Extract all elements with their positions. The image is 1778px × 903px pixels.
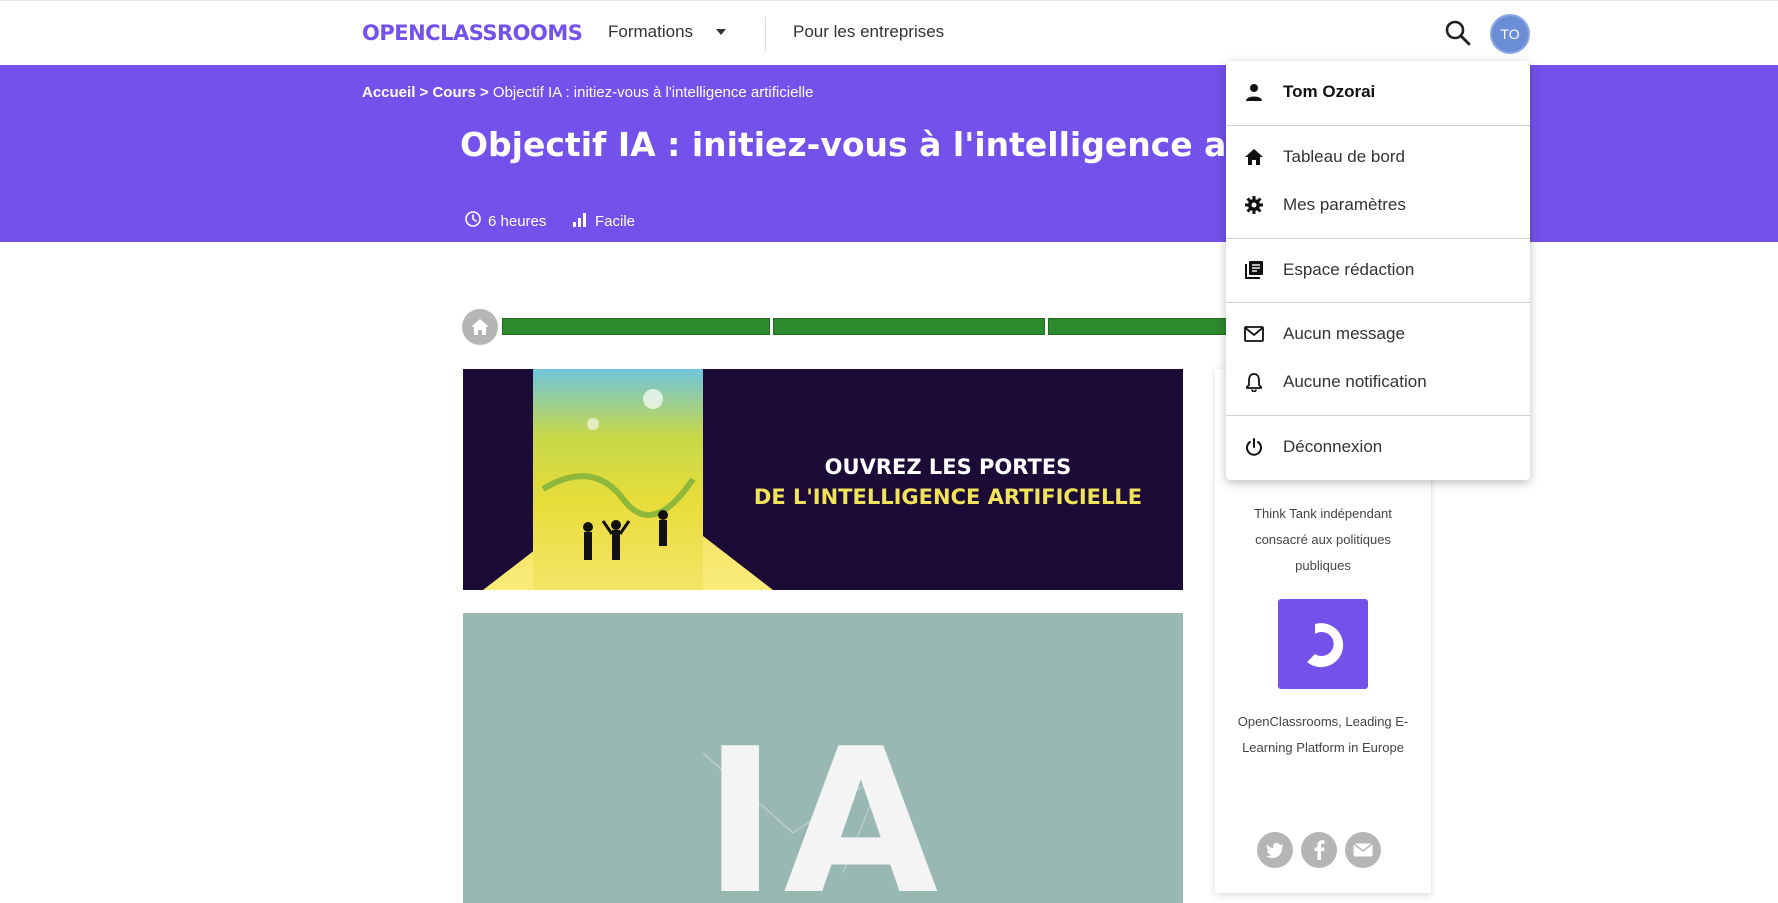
user-profile-item[interactable]: Tom Ozorai	[1226, 72, 1530, 112]
notifications-label: Aucune notification	[1283, 372, 1427, 391]
nav-divider	[765, 17, 766, 51]
menu-divider	[1226, 415, 1530, 416]
settings-menu-item[interactable]: Mes paramètres	[1226, 185, 1530, 225]
notifications-menu-item[interactable]: Aucune notification	[1226, 362, 1530, 402]
dashboard-label: Tableau de bord	[1283, 147, 1405, 166]
breadcrumb-separator: >	[415, 84, 433, 101]
home-icon	[1243, 146, 1265, 168]
banner-headline-1: OUVREZ LES PORTES	[824, 455, 1072, 479]
chevron-down-icon[interactable]	[716, 29, 726, 35]
course-home-icon[interactable]	[462, 309, 498, 345]
course-title: Objectif IA : initiez-vous à l'intellige…	[460, 125, 1326, 164]
facebook-icon[interactable]	[1301, 832, 1337, 868]
level-text: Facile	[595, 212, 636, 230]
menu-divider	[1226, 302, 1530, 303]
email-share-icon[interactable]	[1345, 832, 1381, 868]
progress-part-2[interactable]	[773, 318, 1045, 335]
course-illustration: IA	[463, 613, 1183, 903]
course-duration: 6 heures	[464, 210, 546, 232]
settings-label: Mes paramètres	[1283, 195, 1406, 214]
writing-space-menu-item[interactable]: Espace rédaction	[1226, 250, 1530, 290]
banner-headline-2: DE L'INTELLIGENCE ARTIFICIELLE	[753, 485, 1143, 509]
duration-text: 6 heures	[488, 212, 547, 230]
menu-divider	[1226, 238, 1530, 239]
library-books-icon	[1243, 259, 1265, 281]
page: OPENCLASSROOMS Formations Pour les entre…	[0, 0, 1778, 903]
power-icon	[1243, 436, 1265, 458]
breadcrumb: Accueil > Cours > Objectif IA : initiez-…	[362, 84, 813, 101]
progress-part-3[interactable]	[1048, 318, 1228, 335]
logout-menu-item[interactable]: Déconnexion	[1226, 427, 1530, 467]
writing-space-label: Espace rédaction	[1283, 260, 1415, 279]
messages-menu-item[interactable]: Aucun message	[1226, 314, 1530, 354]
user-avatar[interactable]: TO	[1490, 14, 1530, 54]
clock-icon	[464, 210, 482, 232]
banner-door-illustration	[533, 369, 703, 590]
user-menu-dropdown: Tom Ozorai Tableau de bord Mes paramètre…	[1226, 61, 1530, 480]
ia-illustration-text: IA	[703, 706, 945, 903]
top-navbar: OPENCLASSROOMS Formations Pour les entre…	[0, 0, 1778, 65]
signal-bars-icon	[571, 210, 589, 232]
formations-menu[interactable]: Formations	[608, 22, 693, 42]
messages-label: Aucun message	[1283, 324, 1405, 343]
course-level: Facile	[571, 210, 635, 232]
bell-icon	[1243, 371, 1265, 393]
partner-description-1: Think Tank indépendant consacré aux poli…	[1254, 506, 1392, 573]
openclassrooms-logo[interactable]: OPENCLASSROOMS	[362, 21, 583, 45]
search-icon[interactable]	[1444, 19, 1472, 47]
user-name: Tom Ozorai	[1283, 82, 1376, 101]
gear-icon	[1243, 194, 1265, 216]
breadcrumb-current: Objectif IA : initiez-vous à l'intellige…	[492, 84, 814, 101]
breadcrumb-home[interactable]: Accueil	[362, 84, 415, 101]
mail-icon	[1243, 323, 1265, 345]
person-icon	[1243, 81, 1265, 103]
dashboard-menu-item[interactable]: Tableau de bord	[1226, 137, 1530, 177]
twitter-icon[interactable]	[1257, 832, 1293, 868]
breadcrumb-courses[interactable]: Cours	[432, 84, 475, 101]
course-progress-bar	[502, 318, 1228, 335]
openclassrooms-partner-logo[interactable]	[1278, 599, 1368, 689]
breadcrumb-separator: >	[475, 84, 493, 101]
course-banner: OUVREZ LES PORTES DE L'INTELLIGENCE ARTI…	[463, 369, 1183, 590]
progress-part-1[interactable]	[502, 318, 770, 335]
logout-label: Déconnexion	[1283, 437, 1383, 456]
menu-divider	[1226, 125, 1530, 126]
partner-description-2: OpenClassrooms, Leading E-Learning Platf…	[1237, 714, 1409, 755]
for-businesses-link[interactable]: Pour les entreprises	[793, 22, 944, 42]
